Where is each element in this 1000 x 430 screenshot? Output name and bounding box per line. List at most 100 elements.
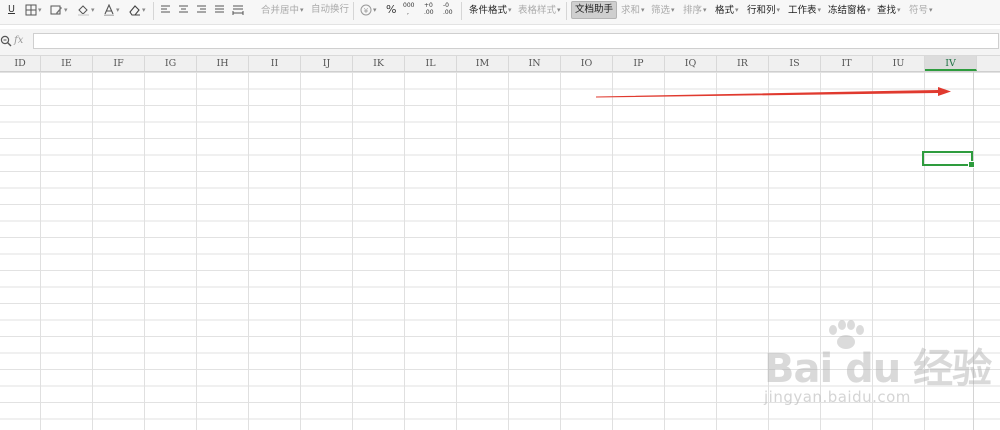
- format-button[interactable]: 格式▾: [715, 2, 739, 18]
- formula-input[interactable]: [33, 33, 999, 49]
- percent-button[interactable]: %: [386, 2, 396, 18]
- justify-button[interactable]: [214, 2, 225, 18]
- column-header[interactable]: IG: [145, 56, 197, 71]
- caret: ▾: [300, 6, 304, 14]
- column-header[interactable]: IR: [717, 56, 769, 71]
- cell-grid[interactable]: [0, 72, 973, 430]
- find-label: 查找: [877, 5, 897, 16]
- column-header[interactable]: IV: [925, 56, 977, 71]
- currency-button[interactable]: ¥ ▾: [360, 2, 377, 18]
- merge-center-label: 合并居中: [261, 5, 300, 16]
- align-right-icon: [197, 5, 206, 13]
- svg-text:¥: ¥: [364, 7, 369, 15]
- align-center-button[interactable]: [178, 2, 189, 18]
- thousands-button[interactable]: 000,: [403, 2, 414, 18]
- toolbar-separator: [353, 2, 354, 20]
- filter-label: 筛选: [651, 5, 671, 16]
- column-header[interactable]: IO: [561, 56, 613, 71]
- fill-color-button[interactable]: ▾: [77, 2, 95, 18]
- column-header[interactable]: IE: [41, 56, 93, 71]
- merge-center-button[interactable]: 合并居中▾: [261, 2, 304, 18]
- caret: ▾: [641, 6, 645, 14]
- fx-label[interactable]: fx: [14, 35, 23, 46]
- distributed-button[interactable]: [232, 2, 244, 18]
- underline-label: U: [8, 4, 15, 15]
- wrap-text-label: 自动换行: [311, 4, 350, 15]
- border-button[interactable]: ▾: [25, 2, 42, 18]
- freeze-panes-button[interactable]: 冻结窗格▾: [828, 2, 871, 18]
- column-header[interactable]: IT: [821, 56, 873, 71]
- sort-label: 排序: [683, 5, 703, 16]
- caret: ▾: [91, 6, 95, 14]
- column-header[interactable]: IN: [509, 56, 561, 71]
- fill-handle[interactable]: [968, 161, 975, 168]
- increase-decimal-bot: .00: [424, 9, 434, 16]
- worksheet-label: 工作表: [788, 5, 817, 16]
- column-header[interactable]: IF: [93, 56, 145, 71]
- increase-decimal-button[interactable]: +0.00: [424, 2, 434, 18]
- grid-right-edge: [973, 72, 1000, 430]
- column-header[interactable]: IH: [197, 56, 249, 71]
- caret: ▾: [116, 6, 120, 14]
- toolbar-separator: [153, 2, 154, 20]
- sum-button[interactable]: 求和▾: [621, 2, 645, 18]
- cell-style-button[interactable]: ▾: [50, 2, 68, 18]
- symbol-label: 符号: [909, 5, 929, 16]
- ribbon-toolbar: U ▾ ▾ ▾ ▾ ▾ 合并居中▾ 自动换行 ¥ ▾ % 000, +0.00 -…: [0, 0, 1000, 25]
- column-header-row: ID IE IF IG IH II IJ IK IL IM IN IO IP IQ IR IS IT IU IV: [0, 56, 1000, 72]
- toolbar-separator: [566, 2, 567, 20]
- caret: ▾: [867, 6, 871, 14]
- align-right-button[interactable]: [196, 2, 207, 18]
- active-cell[interactable]: [922, 151, 975, 168]
- formula-bar: fx: [0, 29, 1000, 56]
- conditional-format-label: 条件格式: [469, 5, 508, 16]
- sort-button[interactable]: 排序▾: [683, 2, 707, 18]
- column-header[interactable]: ID: [0, 56, 41, 71]
- wrap-text-button[interactable]: 自动换行: [311, 2, 349, 18]
- column-header[interactable]: IP: [613, 56, 665, 71]
- column-header[interactable]: IQ: [665, 56, 717, 71]
- column-header[interactable]: II: [249, 56, 301, 71]
- row-col-label: 行和列: [747, 5, 776, 16]
- doc-assistant-button[interactable]: 文档助手: [571, 1, 618, 19]
- column-header[interactable]: IU: [873, 56, 925, 71]
- align-left-button[interactable]: [160, 2, 171, 18]
- decrease-decimal-bot: .00: [443, 9, 453, 16]
- currency-icon: ¥: [360, 4, 372, 16]
- align-left-icon: [161, 5, 170, 13]
- align-center-icon: [179, 5, 188, 13]
- find-button[interactable]: 查找▾: [877, 2, 901, 18]
- column-header[interactable]: IM: [457, 56, 509, 71]
- font-color-button[interactable]: ▾: [103, 2, 120, 18]
- sum-label: 求和: [621, 5, 641, 16]
- underline-button[interactable]: U: [8, 2, 15, 18]
- distributed-icon: [232, 5, 244, 15]
- caret: ▾: [929, 6, 933, 14]
- justify-icon: [215, 5, 224, 13]
- table-style-button[interactable]: 表格样式▾: [518, 2, 561, 18]
- worksheet-button[interactable]: 工作表▾: [788, 2, 821, 18]
- row-col-button[interactable]: 行和列▾: [747, 2, 780, 18]
- symbol-button[interactable]: 符号▾: [909, 2, 933, 18]
- clear-format-button[interactable]: ▾: [128, 2, 146, 18]
- caret: ▾: [671, 6, 675, 14]
- doc-assistant-label: 文档助手: [575, 4, 614, 15]
- column-header[interactable]: IK: [353, 56, 405, 71]
- caret: ▾: [776, 6, 781, 14]
- cell-style-icon: [50, 5, 62, 15]
- decrease-decimal-button[interactable]: -0.00: [443, 2, 453, 18]
- caret: ▾: [64, 6, 68, 14]
- column-header[interactable]: IS: [769, 56, 821, 71]
- column-header[interactable]: IL: [405, 56, 457, 71]
- zoom-icon[interactable]: [0, 35, 12, 47]
- column-header[interactable]: IJ: [301, 56, 353, 71]
- fill-color-icon: [78, 5, 89, 16]
- caret: ▾: [373, 6, 377, 14]
- filter-button[interactable]: 筛选▾: [651, 2, 675, 18]
- caret: ▾: [38, 6, 42, 14]
- eraser-icon: [129, 5, 140, 16]
- increase-decimal-top: +0: [424, 2, 433, 9]
- caret: ▾: [817, 6, 822, 14]
- caret: ▾: [557, 6, 561, 14]
- conditional-format-button[interactable]: 条件格式▾: [469, 2, 512, 18]
